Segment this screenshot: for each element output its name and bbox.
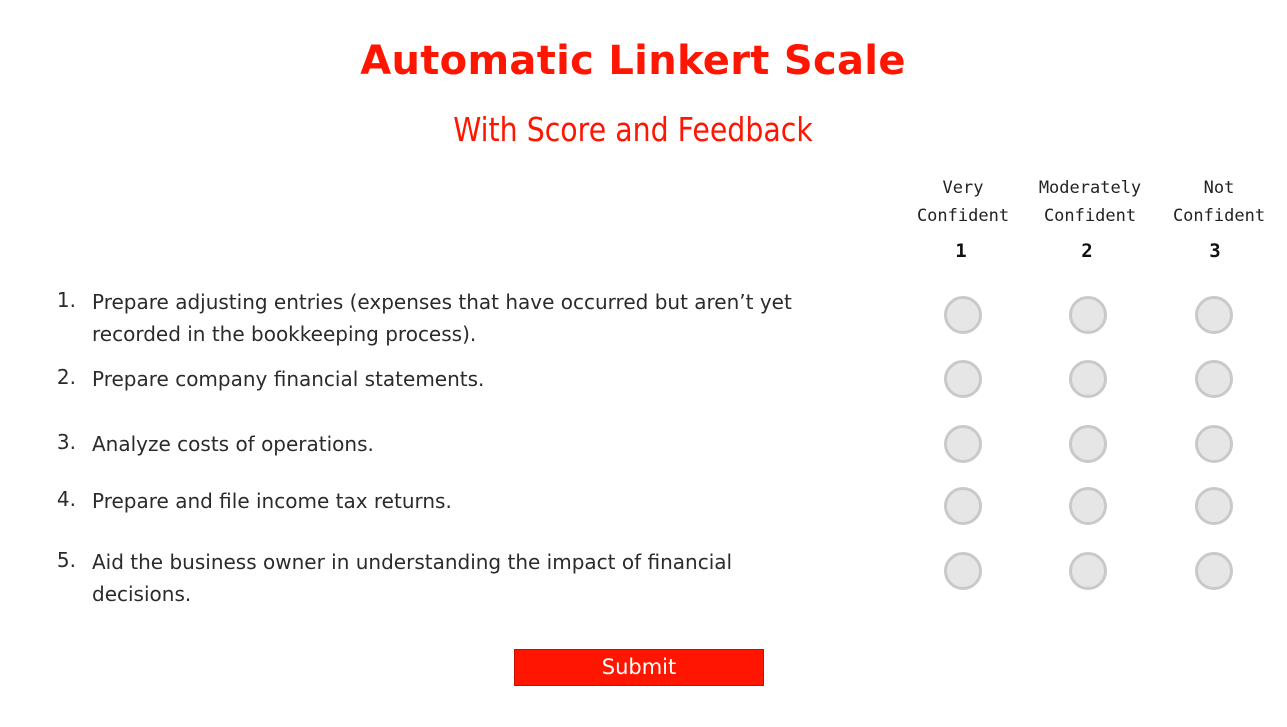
- radio-q3-moderately-confident[interactable]: [1069, 425, 1107, 463]
- radio-q5-not-confident[interactable]: [1195, 552, 1233, 590]
- column-header-not-confident: Not Confident: [1154, 174, 1284, 230]
- radio-q5-very-confident[interactable]: [944, 552, 982, 590]
- column-number-2: 2: [1081, 240, 1093, 262]
- column-header-line1: Not: [1203, 178, 1235, 198]
- radio-q4-not-confident[interactable]: [1195, 487, 1233, 525]
- radio-q1-very-confident[interactable]: [944, 296, 982, 334]
- column-number-1: 1: [955, 240, 967, 262]
- column-header-moderately-confident: Moderately Confident: [1025, 174, 1155, 230]
- submit-button[interactable]: Submit: [514, 649, 764, 686]
- question-number: 3.: [56, 430, 76, 454]
- radio-q4-very-confident[interactable]: [944, 487, 982, 525]
- radio-q4-moderately-confident[interactable]: [1069, 487, 1107, 525]
- radio-q2-very-confident[interactable]: [944, 360, 982, 398]
- question-number: 5.: [56, 548, 76, 572]
- radio-q3-not-confident[interactable]: [1195, 425, 1233, 463]
- column-header-line2: Confident: [1043, 206, 1137, 226]
- question-number: 2.: [56, 365, 76, 389]
- page-title: Automatic Linkert Scale: [360, 38, 906, 84]
- question-text: Aid the business owner in understanding …: [92, 550, 733, 606]
- column-header-line2: Confident: [916, 206, 1010, 226]
- column-header-line2: Confident: [1172, 206, 1266, 226]
- radio-q5-moderately-confident[interactable]: [1069, 552, 1107, 590]
- question-number: 4.: [56, 487, 76, 511]
- column-header-very-confident: Very Confident: [898, 174, 1028, 230]
- question-text: Prepare and file income tax returns.: [92, 489, 452, 513]
- question-text: Analyze costs of operations.: [92, 432, 374, 456]
- radio-q3-very-confident[interactable]: [944, 425, 982, 463]
- question-number: 1.: [56, 288, 76, 312]
- column-header-line1: Very: [942, 178, 984, 198]
- radio-q2-moderately-confident[interactable]: [1069, 360, 1107, 398]
- page-subtitle: With Score and Feedback: [453, 110, 813, 149]
- radio-q1-moderately-confident[interactable]: [1069, 296, 1107, 334]
- radio-q2-not-confident[interactable]: [1195, 360, 1233, 398]
- question-text: Prepare adjusting entries (expenses that…: [92, 290, 792, 346]
- radio-q1-not-confident[interactable]: [1195, 296, 1233, 334]
- question-text: Prepare company financial statements.: [92, 367, 485, 391]
- column-number-3: 3: [1209, 240, 1221, 262]
- column-header-line1: Moderately: [1038, 178, 1142, 198]
